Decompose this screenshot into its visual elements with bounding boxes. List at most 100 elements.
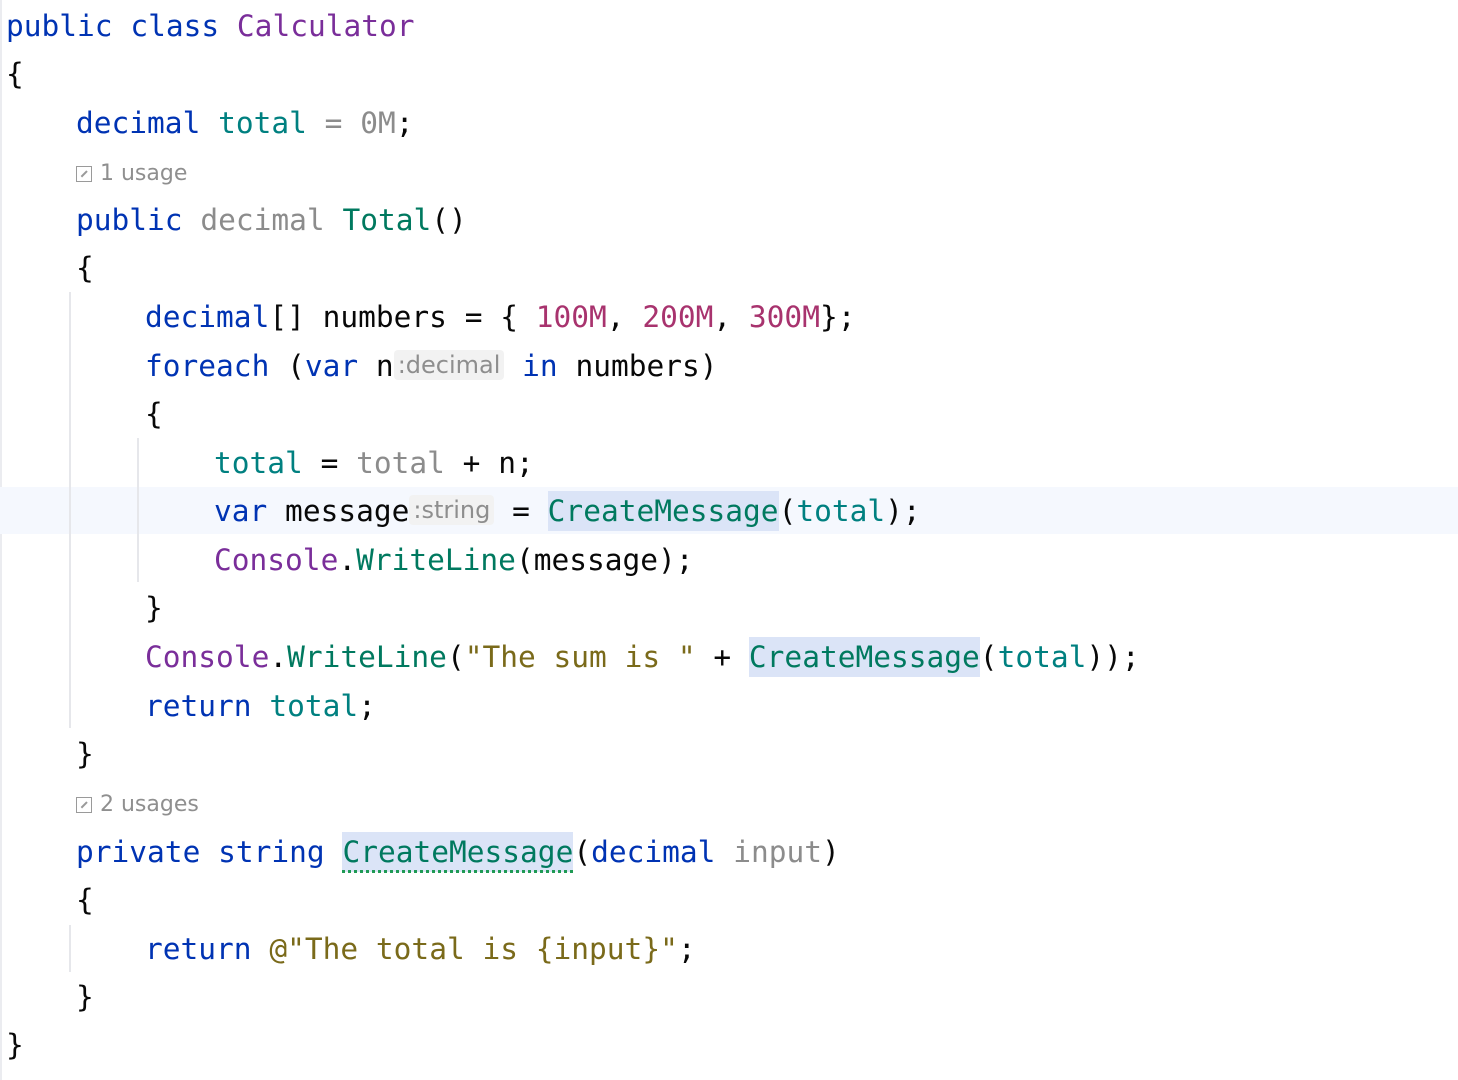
- code-line[interactable]: var message:string = CreateMessage(total…: [214, 491, 921, 531]
- number-literal: 300M: [748, 300, 820, 334]
- code-line[interactable]: total = total + n;: [214, 443, 534, 483]
- variable-name[interactable]: n: [358, 349, 394, 383]
- field-name[interactable]: total: [998, 640, 1087, 674]
- method-name[interactable]: WriteLine: [287, 640, 447, 674]
- class-name[interactable]: Console: [214, 543, 338, 577]
- method-call-highlighted[interactable]: CreateMessage: [748, 637, 980, 677]
- inlay-type-hint[interactable]: :string: [409, 495, 495, 525]
- code-line[interactable]: foreach (var n:decimal in numbers): [145, 346, 718, 386]
- code-line[interactable]: }: [76, 977, 94, 1017]
- brace: }: [6, 1028, 24, 1062]
- punctuation: ,: [606, 300, 643, 334]
- literal: 0M: [360, 106, 396, 140]
- punctuation: };: [819, 300, 856, 334]
- code-line[interactable]: public decimal Total(): [76, 200, 467, 240]
- type-keyword: decimal: [200, 203, 325, 237]
- code-line[interactable]: }: [76, 734, 94, 774]
- punctuation: ): [822, 835, 840, 869]
- punctuation: (): [431, 203, 467, 237]
- brace: }: [76, 737, 94, 771]
- class-name[interactable]: Calculator: [237, 9, 415, 43]
- method-name[interactable]: Total: [342, 203, 431, 237]
- type-keyword: decimal: [591, 835, 716, 869]
- punctuation: .: [338, 543, 357, 577]
- keyword: public: [6, 9, 113, 43]
- keyword: foreach: [145, 349, 270, 383]
- code-line[interactable]: return @"The total is {input}";: [145, 929, 696, 969]
- method-call-highlighted[interactable]: CreateMessage: [547, 491, 779, 531]
- keyword: return: [145, 689, 252, 723]
- number-literal: 200M: [642, 300, 714, 334]
- code-line[interactable]: {: [145, 394, 163, 434]
- parameter-name[interactable]: input: [733, 835, 822, 869]
- punctuation: .: [269, 640, 288, 674]
- keyword: return: [145, 932, 252, 966]
- brace: {: [76, 251, 94, 285]
- brace: {: [6, 57, 24, 91]
- field-name[interactable]: total: [796, 494, 885, 528]
- punctuation: (: [778, 494, 797, 528]
- operator: =: [302, 446, 357, 480]
- punctuation: ));: [1086, 640, 1140, 674]
- usages-icon: [76, 166, 92, 182]
- method-name[interactable]: WriteLine: [356, 543, 516, 577]
- code-line[interactable]: public class Calculator: [6, 6, 415, 46]
- code-line[interactable]: decimal[] numbers = { 100M, 200M, 300M};: [145, 297, 855, 337]
- field-name[interactable]: total: [356, 446, 445, 480]
- keyword: var: [304, 349, 359, 383]
- field-name[interactable]: total: [269, 689, 358, 723]
- indent-guide: [137, 438, 139, 582]
- string-literal: @"The total is {input}": [269, 932, 678, 966]
- method-declaration-highlighted[interactable]: CreateMessage: [342, 832, 574, 872]
- operator: =: [494, 494, 548, 528]
- code-lens-usages[interactable]: 2 usages: [76, 790, 199, 820]
- code-line[interactable]: {: [76, 880, 94, 920]
- variable-name[interactable]: message: [267, 494, 409, 528]
- indent-guide: [69, 292, 71, 728]
- code-line[interactable]: }: [6, 1025, 24, 1065]
- usages-label: 1 usage: [100, 161, 188, 186]
- usages-label: 2 usages: [100, 792, 199, 817]
- brace: }: [76, 980, 94, 1014]
- punctuation: (: [446, 640, 465, 674]
- keyword: class: [130, 9, 220, 43]
- operator: =: [324, 106, 343, 140]
- code-line[interactable]: decimal total = 0M;: [76, 103, 414, 143]
- punctuation: ;: [677, 932, 696, 966]
- code-text: + n;: [444, 446, 534, 480]
- punctuation: ,: [713, 300, 749, 334]
- code-line[interactable]: {: [76, 248, 94, 288]
- code-line[interactable]: {: [6, 54, 24, 94]
- code-lens-usages[interactable]: 1 usage: [76, 159, 187, 189]
- number-literal: 100M: [535, 300, 607, 334]
- type-keyword: decimal: [145, 300, 270, 334]
- punctuation: ;: [395, 106, 414, 140]
- punctuation: ;: [358, 689, 376, 723]
- class-name[interactable]: Console: [145, 640, 269, 674]
- punctuation: (: [979, 640, 998, 674]
- code-line[interactable]: }: [145, 588, 163, 628]
- usages-icon: [76, 797, 92, 813]
- code-line[interactable]: Console.WriteLine(message);: [214, 540, 694, 580]
- punctuation: );: [885, 494, 921, 528]
- keyword: public: [76, 203, 183, 237]
- operator: +: [695, 640, 749, 674]
- code-line[interactable]: Console.WriteLine("The sum is " + Create…: [145, 637, 1140, 677]
- keyword: var: [214, 494, 268, 528]
- field-name[interactable]: total: [214, 446, 303, 480]
- code-text: [] numbers = {: [269, 300, 536, 334]
- field-name[interactable]: total: [218, 106, 307, 140]
- code-line[interactable]: return total;: [145, 686, 376, 726]
- punctuation: (: [573, 835, 592, 869]
- type-keyword: decimal: [76, 106, 201, 140]
- editor-gutter-edge: [0, 0, 2, 1080]
- inlay-type-hint[interactable]: :decimal: [393, 350, 505, 380]
- code-text: (message);: [515, 543, 694, 577]
- string-literal: "The sum is ": [464, 640, 696, 674]
- code-editor[interactable]: public class Calculator { decimal total …: [0, 0, 1458, 1080]
- indent-guide: [69, 925, 71, 972]
- keyword: private: [76, 835, 201, 869]
- code-line[interactable]: private string CreateMessage(decimal inp…: [76, 832, 840, 872]
- keyword: in: [522, 349, 558, 383]
- brace: {: [76, 883, 94, 917]
